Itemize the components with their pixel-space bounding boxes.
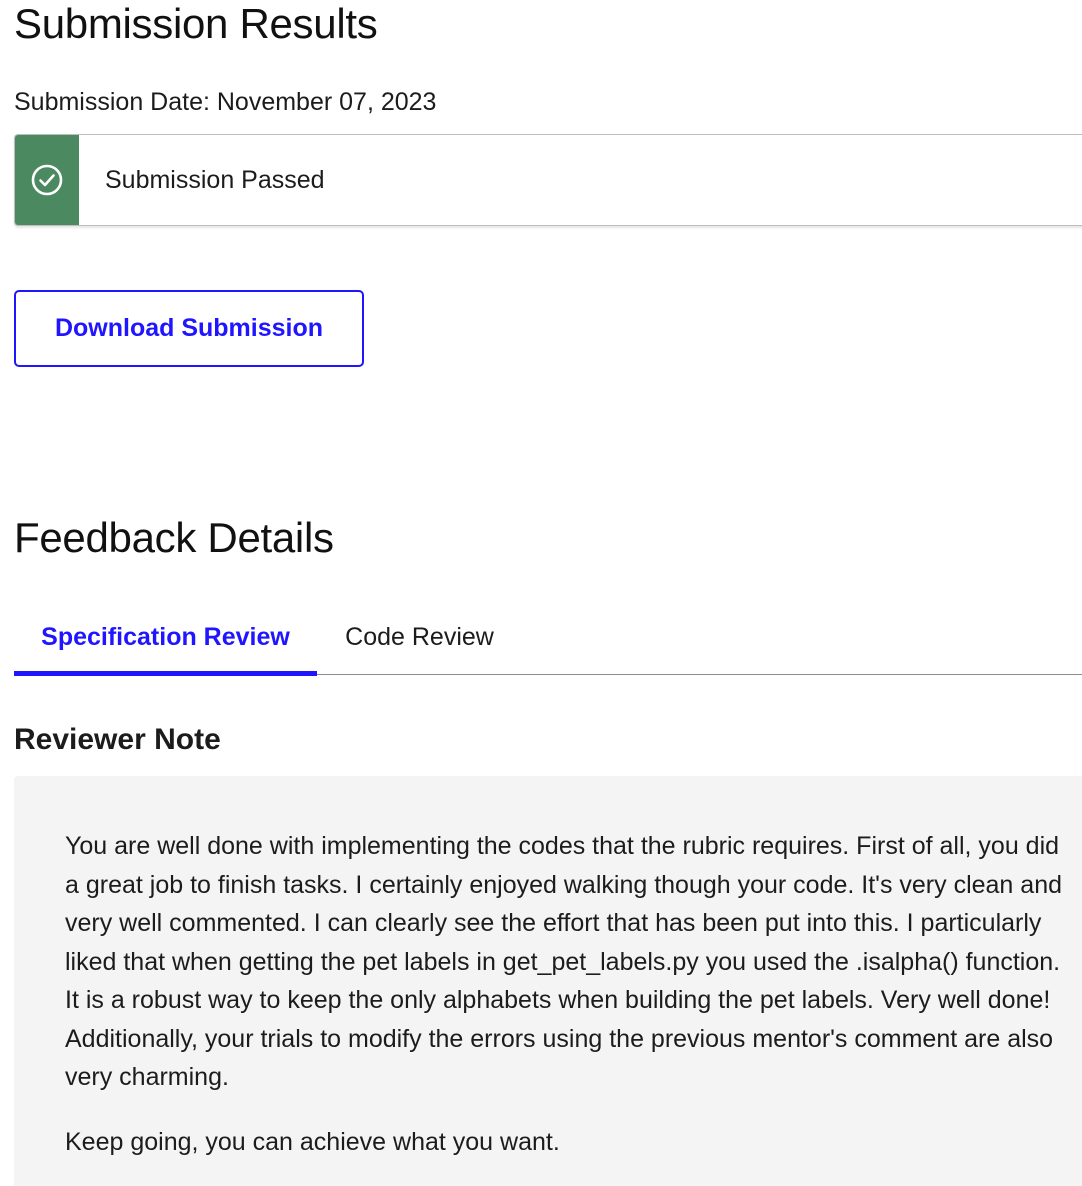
download-submission-button[interactable]: Download Submission	[14, 290, 364, 367]
check-circle-icon	[31, 164, 63, 196]
status-banner: Submission Passed	[14, 134, 1082, 226]
reviewer-note-title: Reviewer Note	[14, 723, 221, 756]
submission-date: Submission Date: November 07, 2023	[14, 88, 437, 116]
status-text: Submission Passed	[105, 165, 325, 194]
tab-code-review[interactable]: Code Review	[317, 600, 522, 675]
feedback-details-title: Feedback Details	[14, 514, 334, 561]
reviewer-note-box: You are well done with implementing the …	[14, 776, 1082, 1186]
tab-specification-review[interactable]: Specification Review	[14, 600, 317, 676]
page-title: Submission Results	[14, 0, 378, 47]
reviewer-note-closing: Keep going, you can achieve what you wan…	[65, 1127, 560, 1156]
reviewer-note-text: You are well done with implementing the …	[65, 832, 1062, 1091]
feedback-tabs: Specification Review Code Review	[14, 600, 1082, 676]
status-stripe	[15, 135, 79, 225]
